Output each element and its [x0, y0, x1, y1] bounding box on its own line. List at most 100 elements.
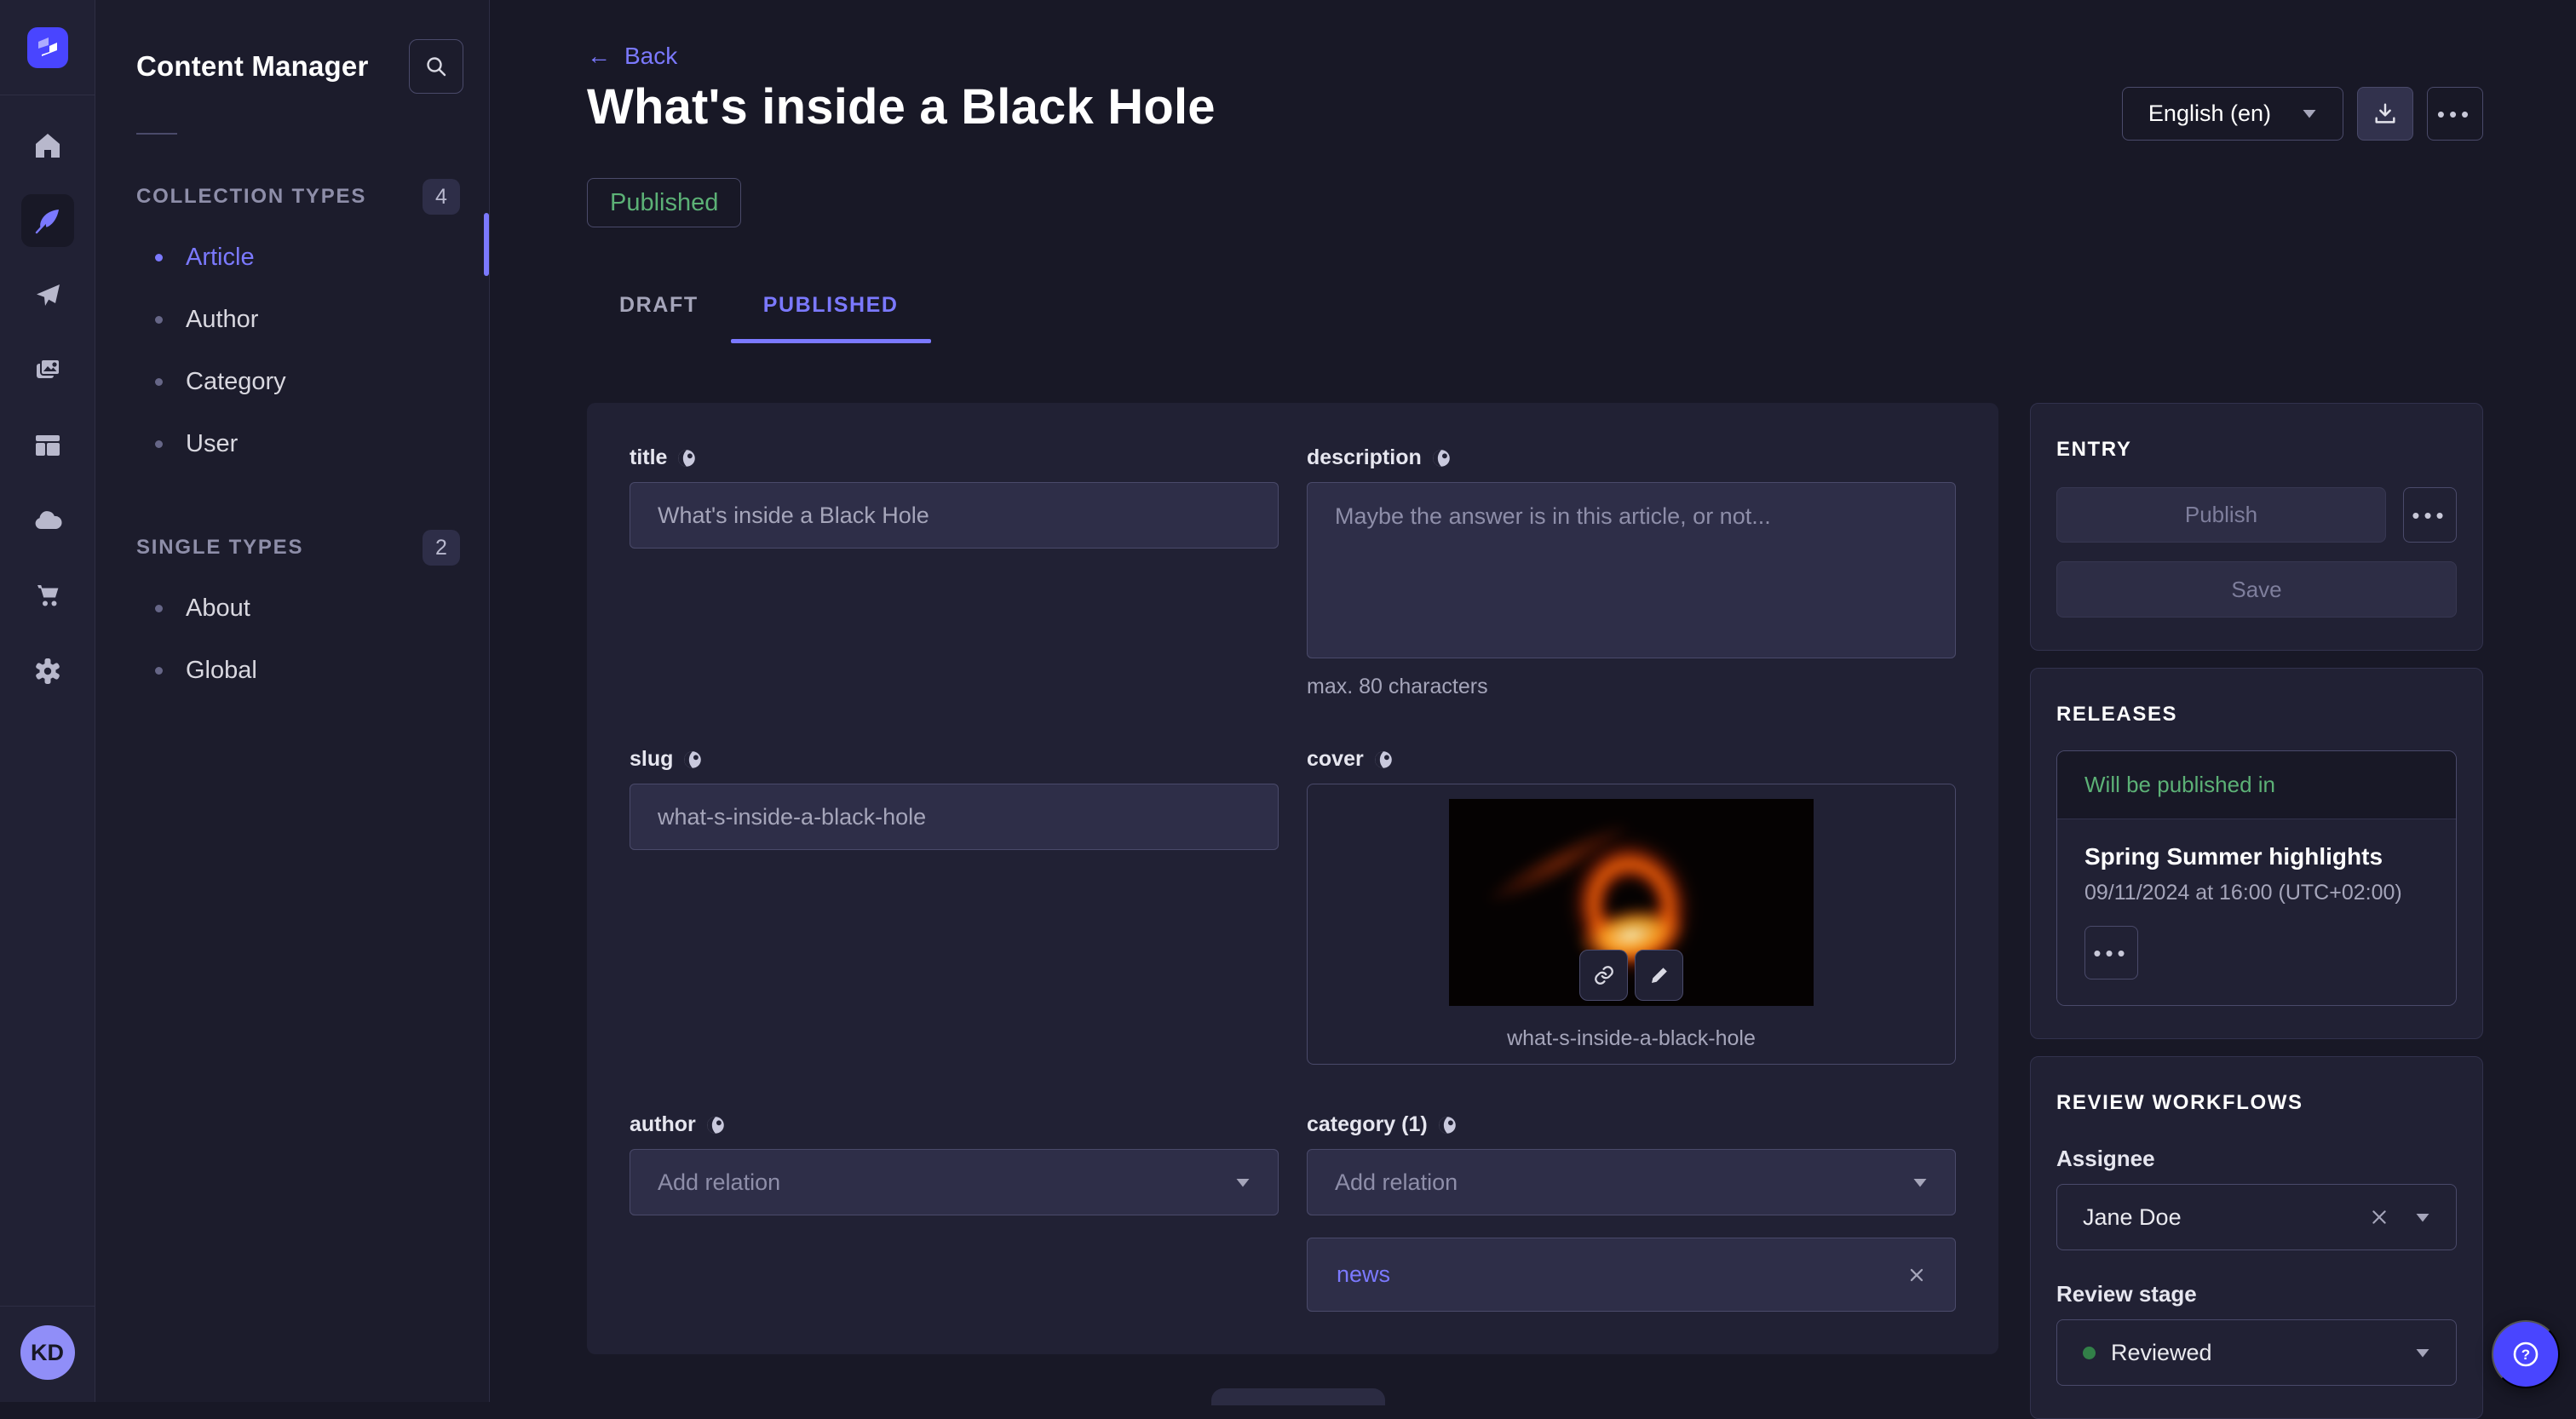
entry-more-button[interactable]: ••• — [2403, 487, 2457, 543]
export-download-button[interactable] — [2357, 87, 2413, 141]
settings-gear-icon[interactable] — [32, 656, 63, 687]
help-button[interactable]: ? — [2492, 1320, 2560, 1388]
cover-image-wrap — [1449, 799, 1814, 1006]
sidebar-scrollbar-thumb[interactable] — [484, 213, 489, 276]
bullet-icon — [155, 667, 163, 675]
content-row: title description — [587, 403, 2483, 1419]
page-header: What's inside a Black Hole English (en) … — [587, 78, 2483, 141]
chevron-down-icon[interactable] — [2415, 1212, 2430, 1223]
scroll-peek-button[interactable] — [1211, 1388, 1385, 1405]
field-author: author Add relation — [630, 1112, 1279, 1215]
back-label: Back — [624, 43, 677, 70]
cover-filename: what-s-inside-a-black-hole — [1308, 1026, 1955, 1051]
back-arrow-icon: ← — [587, 43, 611, 70]
header-more-button[interactable]: ••• — [2427, 87, 2483, 141]
marketplace-cart-icon[interactable] — [33, 581, 62, 610]
clear-assignee-icon[interactable] — [2369, 1207, 2389, 1227]
publish-button[interactable]: Publish — [2056, 487, 2386, 543]
release-date: 09/11/2024 at 16:00 (UTC+02:00) — [2084, 881, 2429, 905]
rail-nav — [21, 131, 74, 687]
sidebar-item-global[interactable]: Global — [95, 640, 489, 702]
sidebar-item-user[interactable]: User — [95, 413, 489, 475]
title-input[interactable] — [630, 482, 1279, 549]
assignee-select[interactable]: Jane Doe — [2056, 1184, 2457, 1250]
release-name: Spring Summer highlights — [2084, 843, 2429, 870]
releases-heading: RELEASES — [2056, 703, 2457, 727]
author-relation-select[interactable]: Add relation — [630, 1149, 1279, 1215]
description-textarea[interactable] — [1307, 482, 1956, 658]
collection-types-list: Article Author Category User — [95, 227, 489, 475]
category-relation-select[interactable]: Add relation — [1307, 1149, 1956, 1215]
release-card-body: Spring Summer highlights 09/11/2024 at 1… — [2057, 819, 2456, 1005]
single-types-list: About Global — [95, 577, 489, 702]
strapi-logo-icon — [31, 31, 65, 65]
back-link[interactable]: ← Back — [587, 43, 677, 70]
locale-select[interactable]: English (en) — [2122, 87, 2343, 141]
cover-label-row: cover — [1307, 747, 1956, 772]
bullet-icon — [155, 316, 163, 324]
stage-value: Reviewed — [2111, 1340, 2415, 1366]
content-type-builder-icon[interactable] — [33, 431, 62, 460]
rail-footer: KD — [0, 1306, 95, 1402]
remove-relation-icon[interactable] — [1907, 1266, 1926, 1284]
review-stage-select[interactable]: Reviewed — [2056, 1319, 2457, 1386]
author-label: author — [630, 1112, 696, 1137]
media-library-icon[interactable] — [33, 356, 62, 385]
title-label: title — [630, 445, 667, 470]
release-more-button[interactable]: ••• — [2084, 926, 2138, 980]
sidebar-item-category[interactable]: Category — [95, 351, 489, 413]
entry-panel: ENTRY Publish ••• Save — [2030, 403, 2483, 651]
user-avatar[interactable]: KD — [20, 1325, 75, 1380]
globe-localized-icon — [1432, 449, 1451, 468]
send-plane-icon[interactable] — [33, 281, 62, 310]
field-slug: slug — [630, 747, 1279, 850]
assignee-value: Jane Doe — [2083, 1204, 2369, 1231]
sidebar-item-label: Category — [186, 368, 286, 396]
pencil-icon — [1649, 965, 1670, 985]
sidebar-header: Content Manager — [95, 0, 489, 94]
title-label-row: title — [630, 445, 1279, 470]
tab-published[interactable]: PUBLISHED — [731, 281, 931, 343]
home-icon[interactable] — [33, 131, 62, 160]
content-manager-icon[interactable] — [21, 194, 74, 247]
right-sidebar: ENTRY Publish ••• Save RELEASES Will be … — [2030, 403, 2483, 1419]
globe-localized-icon — [706, 1116, 725, 1135]
main-content: ← Back What's inside a Black Hole Englis… — [490, 0, 2576, 1402]
sidebar-item-label: About — [186, 595, 250, 623]
releases-panel: RELEASES Will be published in Spring Sum… — [2030, 668, 2483, 1039]
sidebar-item-label: Global — [186, 657, 257, 685]
copy-link-button[interactable] — [1579, 950, 1628, 1001]
ellipsis-icon: ••• — [2412, 504, 2447, 526]
cloud-icon[interactable] — [32, 506, 63, 535]
edit-media-button[interactable] — [1635, 950, 1683, 1001]
collection-types-label: COLLECTION TYPES — [136, 185, 366, 209]
sidebar-item-author[interactable]: Author — [95, 289, 489, 351]
collection-types-section: COLLECTION TYPES 4 Article Author Catego… — [95, 179, 489, 475]
content-manager-sidebar: Content Manager COLLECTION TYPES 4 Artic… — [95, 0, 490, 1402]
category-relation-item: news — [1307, 1238, 1956, 1312]
assignee-label: Assignee — [2056, 1146, 2457, 1172]
sidebar-item-article[interactable]: Article — [95, 227, 489, 289]
main-nav-rail: KD — [0, 0, 95, 1402]
assignee-controls — [2369, 1207, 2430, 1227]
strapi-logo[interactable] — [27, 27, 68, 68]
relation-news-link[interactable]: news — [1337, 1261, 1390, 1288]
tab-draft[interactable]: DRAFT — [587, 281, 731, 343]
search-button[interactable] — [409, 39, 463, 94]
category-placeholder: Add relation — [1335, 1169, 1458, 1196]
sidebar-item-about[interactable]: About — [95, 577, 489, 640]
single-types-count-badge: 2 — [423, 530, 460, 566]
description-label: description — [1307, 445, 1422, 470]
chevron-down-icon — [2302, 108, 2317, 119]
chevron-down-icon[interactable] — [2415, 1347, 2430, 1359]
field-title: title — [630, 445, 1279, 549]
globe-localized-icon — [1374, 750, 1393, 769]
bullet-icon — [155, 378, 163, 386]
save-button[interactable]: Save — [2056, 561, 2457, 618]
release-status: Will be published in — [2057, 751, 2456, 819]
slug-input[interactable] — [630, 784, 1279, 850]
release-card: Will be published in Spring Summer highl… — [2056, 750, 2457, 1006]
review-workflows-heading: REVIEW WORKFLOWS — [2056, 1091, 2457, 1115]
link-icon — [1593, 964, 1615, 986]
ellipsis-icon: ••• — [2437, 103, 2473, 125]
